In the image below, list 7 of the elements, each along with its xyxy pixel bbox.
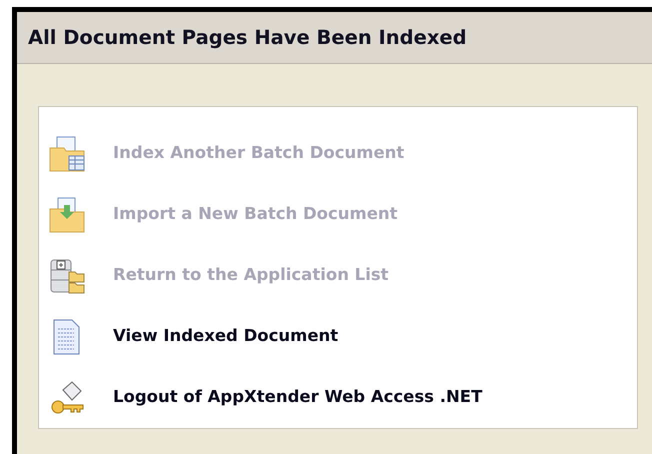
key-icon [49, 380, 85, 416]
database-folder-icon [49, 258, 85, 294]
panel-title: All Document Pages Have Been Indexed [28, 24, 467, 51]
folder-arrow-icon [49, 196, 85, 232]
folder-document-icon [49, 136, 85, 172]
action-link[interactable]: View Indexed Document [113, 324, 338, 349]
action-link[interactable]: Logout of AppXtender Web Access .NET [113, 385, 482, 410]
